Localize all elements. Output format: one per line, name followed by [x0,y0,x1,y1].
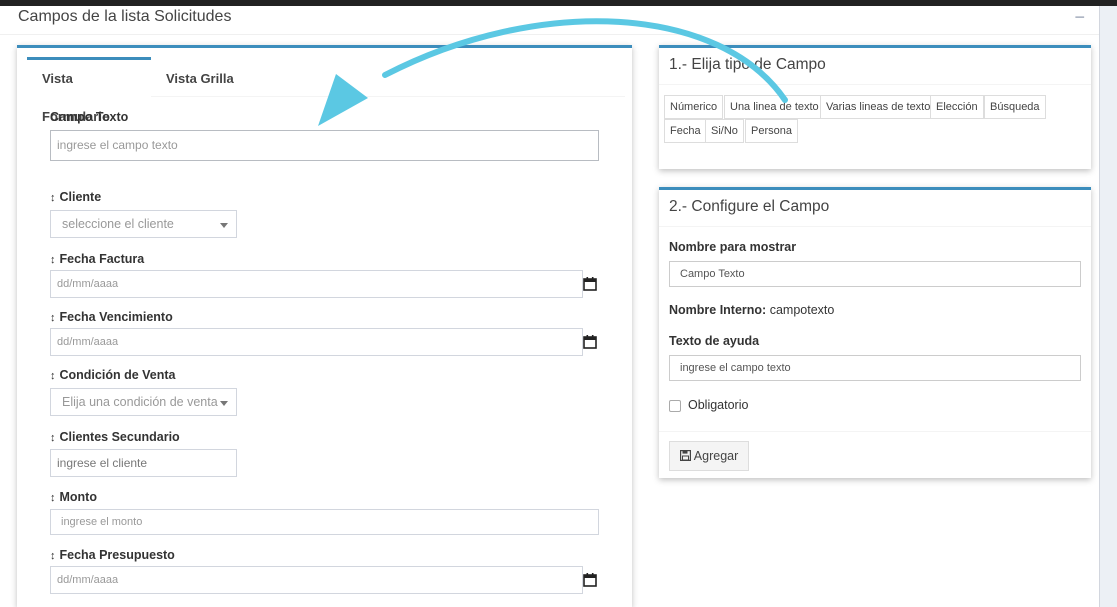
field-label-fecha-vencimiento: ↕ Fecha Vencimiento [50,310,173,324]
cliente-select[interactable]: seleccione el cliente [50,210,237,238]
sort-icon[interactable]: ↕ [50,312,56,324]
add-button-label: Agregar [693,449,739,463]
field-label-text: Condición de Venta [59,368,176,382]
calendar-icon[interactable] [583,277,597,291]
type-fecha-button[interactable]: Fecha [664,119,707,143]
type-persona-button[interactable]: Persona [745,119,798,143]
fields-box-header: Campos de la lista Solicitudes − [0,6,1099,35]
calendar-icon[interactable] [583,335,597,349]
field-label-text: Fecha Vencimiento [59,310,173,324]
scroll-rail [1100,6,1117,607]
select-value: seleccione el cliente [62,217,174,231]
page-title: Campos de la lista Solicitudes [18,8,232,25]
field-label-condicion-venta: ↕ Condición de Venta [50,368,176,382]
sort-icon[interactable]: ↕ [50,192,56,204]
tab-vista-formulario[interactable]: Vista Formulario [27,57,151,124]
field-type-panel: 1.- Elija tipo de Campo Númerico Una lin… [659,45,1091,169]
collapse-button[interactable]: − [1074,7,1085,28]
campo-texto-input[interactable]: ingrese el campo texto [50,130,599,161]
type-varias-lineas-button[interactable]: Varias lineas de texto [820,95,937,119]
type-una-linea-button[interactable]: Una linea de texto [724,95,825,119]
help-text-label: Texto de ayuda [669,334,760,348]
type-eleccion-button[interactable]: Elección [930,95,984,119]
form-preview-panel: Vista Formulario Vista Grilla Campo Text… [17,45,632,607]
display-name-label: Nombre para mostrar [669,240,797,254]
internal-name-value: campotexto [769,303,835,317]
divider [659,226,1091,227]
field-type-title: 1.- Elija tipo de Campo [669,56,826,73]
caret-down-icon [220,401,228,406]
campo-texto-label: Campo Texto [50,110,129,124]
internal-name-label: Nombre Interno: [669,303,767,317]
caret-down-icon [220,223,228,228]
sort-icon[interactable]: ↕ [50,432,56,444]
sort-icon[interactable]: ↕ [50,492,56,504]
divider [659,84,1091,85]
configure-field-panel: 2.- Configure el Campo Nombre para mostr… [659,187,1091,478]
type-numerico-button[interactable]: Númerico [664,95,724,119]
type-si-no-button[interactable]: Si/No [705,119,744,143]
field-label-text: Clientes Secundario [59,430,180,444]
condicion-venta-select[interactable]: Elija una condición de venta [50,388,237,416]
help-text-input[interactable]: ingrese el campo texto [669,355,1081,381]
display-name-input[interactable]: Campo Texto [669,261,1081,287]
fecha-presupuesto-input[interactable]: dd/mm/aaaa [50,566,583,594]
fecha-factura-input[interactable]: dd/mm/aaaa [50,270,583,298]
select-value: Elija una condición de venta [62,395,218,409]
calendar-icon[interactable] [583,573,597,587]
field-label-fecha-presupuesto: ↕ Fecha Presupuesto [50,548,175,562]
view-tabs: Vista Formulario Vista Grilla [27,57,625,124]
type-busqueda-button[interactable]: Búsqueda [984,95,1046,119]
sort-icon[interactable]: ↕ [50,254,56,266]
save-icon [680,450,692,462]
internal-name-row: Nombre Interno: campotexto [669,303,834,317]
field-label-text: Cliente [59,190,102,204]
field-label-text: Monto [59,490,97,504]
field-label-text: Fecha Presupuesto [59,548,175,562]
add-button[interactable]: Agregar [669,441,749,471]
field-label-fecha-factura: ↕ Fecha Factura [50,252,144,266]
configure-field-title: 2.- Configure el Campo [669,198,830,215]
sort-icon[interactable]: ↕ [50,370,56,382]
monto-input[interactable]: ingrese el monto [50,509,599,535]
field-label-clientes-secundario: ↕ Clientes Secundario [50,430,180,444]
field-label-cliente: ↕ Cliente [50,190,101,204]
sort-icon[interactable]: ↕ [50,550,56,562]
divider [659,431,1091,432]
field-label-monto: ↕ Monto [50,490,97,504]
clientes-secundario-input[interactable]: ingrese el cliente [50,449,237,477]
obligatorio-label: Obligatorio [688,398,749,412]
fecha-vencimiento-input[interactable]: dd/mm/aaaa [50,328,583,356]
field-label-text: Fecha Factura [59,252,145,266]
tab-vista-grilla[interactable]: Vista Grilla [151,57,261,97]
obligatorio-checkbox[interactable] [669,400,681,412]
